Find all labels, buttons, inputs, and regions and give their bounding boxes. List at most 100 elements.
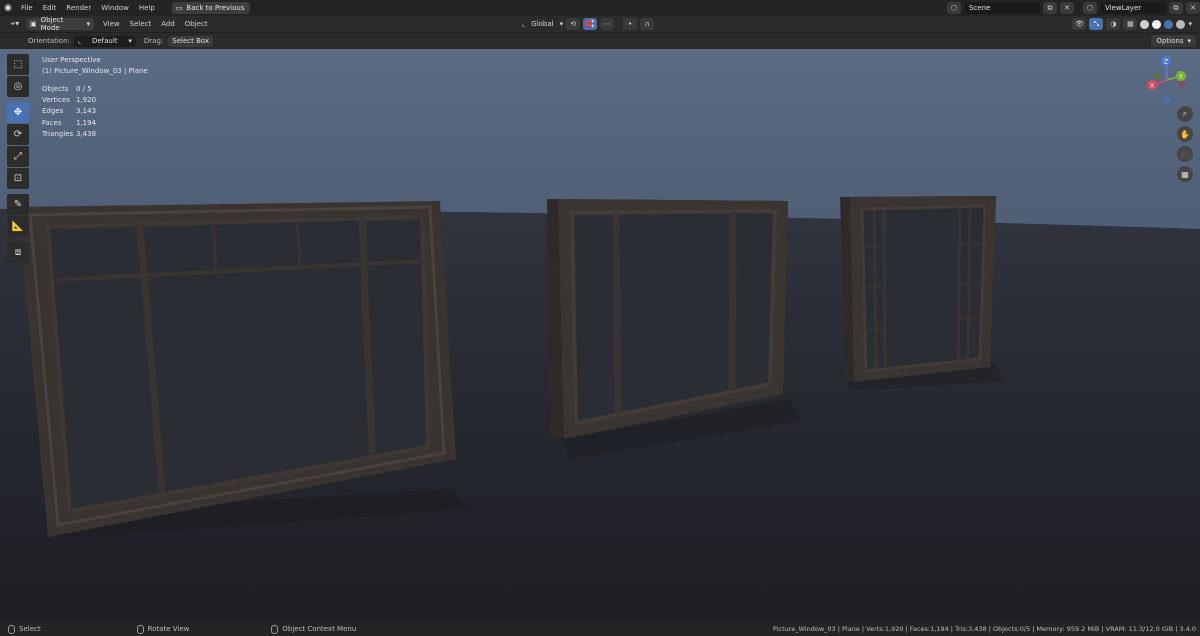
3d-viewport[interactable] (0, 49, 1200, 622)
scale-icon[interactable]: ⤢ (7, 146, 29, 167)
back-to-previous-button[interactable]: ▭ Back to Previous (171, 2, 251, 14)
hand-pan-icon[interactable]: ✋ (1177, 126, 1193, 142)
measure-icon[interactable]: 📐 (7, 216, 29, 237)
object-mode-select[interactable]: ▣ Object Mode ▾ (26, 16, 94, 32)
chevron-down-icon: ▾ (86, 20, 90, 28)
xray-icon[interactable]: ▦ (1123, 18, 1138, 30)
proportional-edit-icon[interactable]: • (623, 18, 638, 30)
drag-value: Select Box (172, 37, 210, 45)
left-toolbar: ⬚ ◎ ✥ ⟳ ⤢ ⊡ ✎ 📐 ⧈ (7, 54, 30, 263)
menu-render[interactable]: Render (61, 0, 96, 16)
menu-view[interactable]: View (98, 20, 125, 28)
viewport-header: ⌖▾ ▣ Object Mode ▾ View Select Add Objec… (0, 16, 1200, 33)
menu-add[interactable]: Add (156, 20, 180, 28)
status-rotate-label: Rotate View (147, 625, 190, 633)
new-scene-icon[interactable]: ⧉ (1043, 2, 1057, 14)
stat-value: 1,194 (76, 118, 97, 127)
gizmo-y-label: Y (1178, 73, 1183, 81)
zoom-icon[interactable]: ⌕ (1177, 106, 1193, 122)
move-icon[interactable]: ✥ (7, 102, 29, 123)
gizmo-neg-y[interactable] (1154, 73, 1160, 79)
scene-statistics: Objects 0 / 5 Vertices 1,920 Edges 3,143… (42, 84, 96, 140)
delete-view-layer-icon[interactable]: ✕ (1186, 2, 1200, 14)
menu-help[interactable]: Help (134, 0, 160, 16)
menu-file[interactable]: File (16, 0, 38, 16)
chevron-down-icon: ▾ (1187, 37, 1191, 45)
stat-label: Triangles (42, 129, 74, 138)
gizmo-x-label: X (1150, 82, 1155, 90)
stat-row: Triangles 3,438 (42, 129, 96, 140)
select-box-icon[interactable]: ⬚ (7, 54, 29, 75)
back-to-previous-label: Back to Previous (186, 4, 245, 12)
cursor-icon[interactable]: ◎ (7, 76, 29, 97)
options-button[interactable]: Options ▾ (1151, 35, 1196, 47)
transform-orientation-select[interactable]: Global (528, 20, 556, 28)
menu-edit[interactable]: Edit (38, 0, 62, 16)
status-context-hint: Object Context Menu (271, 624, 357, 634)
chevron-down-icon[interactable]: ▾ (1188, 20, 1192, 28)
stat-value: 3,438 (76, 129, 97, 138)
status-rotate-hint: Rotate View (136, 624, 190, 634)
chevron-down-icon: ▾ (559, 20, 564, 28)
viewport-overlay-info: User Perspective (1) Picture_Window_03 |… (42, 55, 148, 77)
pivot-point-icon[interactable]: ⟲ (566, 18, 581, 30)
editor-type-icon[interactable]: ⌖▾ (4, 18, 26, 30)
tool-settings-bar: Orientation: ⌞ Default ▾ Drag: Select Bo… (0, 33, 1200, 49)
material-shading-icon[interactable] (1164, 19, 1174, 29)
visibility-icon[interactable]: 👁 (1072, 18, 1087, 30)
orientation-value: Default (91, 37, 118, 45)
window-3-model (840, 196, 996, 382)
transform-icon[interactable]: ⊡ (7, 168, 29, 189)
menu-window[interactable]: Window (96, 0, 134, 16)
annotate-icon[interactable]: ✎ (7, 194, 29, 215)
stat-value: 0 / 5 (76, 85, 92, 93)
snap-icon[interactable]: 🧲 (583, 18, 598, 30)
solid-shading-icon[interactable] (1152, 19, 1162, 29)
delete-scene-icon[interactable]: ✕ (1060, 2, 1074, 14)
orientation-icon: ⌞ (77, 37, 82, 45)
viewport-display-tools: 👁 ⤡ ◑ ▦ ▾ (1072, 18, 1192, 30)
active-object-name: (1) Picture_Window_03 | Plane (42, 67, 148, 75)
new-view-layer-icon[interactable]: ⧉ (1169, 2, 1183, 14)
options-label: Options (1156, 37, 1184, 45)
stat-label: Vertices (42, 96, 70, 105)
camera-icon[interactable]: 🎥 (1177, 146, 1193, 162)
navigation-gizmo[interactable]: Z X Y (1144, 54, 1190, 106)
add-cube-icon[interactable]: ⧈ (7, 242, 29, 263)
rotate-icon[interactable]: ⟳ (7, 124, 29, 145)
stat-value: 1,920 (76, 96, 97, 105)
drag-select[interactable]: Select Box (168, 35, 214, 47)
view-layer-field[interactable]: ViewLayer (1100, 2, 1166, 14)
navigation-buttons: ⌕ ✋ 🎥 ▦ (1177, 106, 1193, 182)
scene-browse-icon[interactable]: ⬡ (947, 2, 961, 14)
menu-object[interactable]: Object (180, 20, 213, 28)
object-mode-label: Object Mode (40, 16, 64, 32)
stat-row: Objects 0 / 5 (42, 84, 96, 95)
top-menu-bar: ◉ File Edit Render Window Help ▭ Back to… (0, 0, 1200, 16)
falloff-icon[interactable]: ∩ (640, 18, 655, 30)
orientation-label: Orientation: (28, 37, 70, 45)
rendered-shading-icon[interactable] (1176, 19, 1186, 29)
blender-logo-icon[interactable]: ◉ (0, 0, 16, 16)
status-bar: Select Rotate View Object Context Menu P… (0, 622, 1200, 636)
wireframe-shading-icon[interactable] (1140, 19, 1150, 29)
snap-target-icon[interactable]: ⋯ (600, 18, 615, 30)
overlay-icon[interactable]: ◑ (1106, 18, 1121, 30)
orientation-select[interactable]: ⌞ Default ▾ (73, 35, 136, 47)
gizmo-neg-z[interactable] (1163, 96, 1171, 104)
mouse-right-icon (271, 624, 279, 634)
status-context-label: Object Context Menu (282, 625, 357, 633)
mouse-middle-icon (136, 624, 144, 634)
view-layer-browse-icon[interactable]: ⬡ (1083, 2, 1097, 14)
grid-icon[interactable]: ▦ (1177, 166, 1193, 182)
status-select-label: Select (19, 625, 41, 633)
menu-select[interactable]: Select (125, 20, 157, 28)
object-mode-icon: ▣ (30, 20, 37, 28)
stat-row: Edges 3,143 (42, 106, 96, 117)
stat-label: Edges (42, 107, 64, 116)
view-name: User Perspective (42, 56, 101, 64)
gizmo-neg-x[interactable] (1179, 81, 1185, 87)
scene-name-field[interactable]: Scene (964, 2, 1040, 14)
top-right-controls: ⬡ Scene ⧉ ✕ ⬡ ViewLayer ⧉ ✕ (947, 0, 1200, 16)
gizmo-toggle-icon[interactable]: ⤡ (1089, 18, 1104, 30)
